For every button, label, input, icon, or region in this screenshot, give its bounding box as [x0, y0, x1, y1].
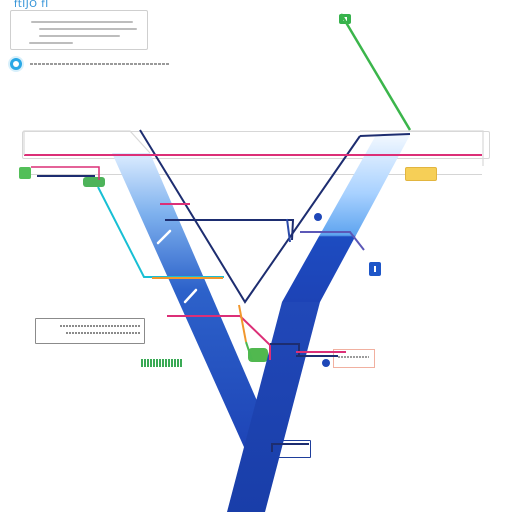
left-band — [112, 153, 270, 456]
green-connector — [245, 341, 253, 361]
panel-edge — [23, 130, 151, 155]
green-connector — [339, 13, 412, 131]
diagram-svg — [23, 13, 484, 512]
orange-connector — [238, 304, 247, 343]
left-connector — [31, 166, 100, 180]
diagram-stage: ftIJO fI — [0, 0, 512, 512]
right-band — [282, 135, 410, 302]
